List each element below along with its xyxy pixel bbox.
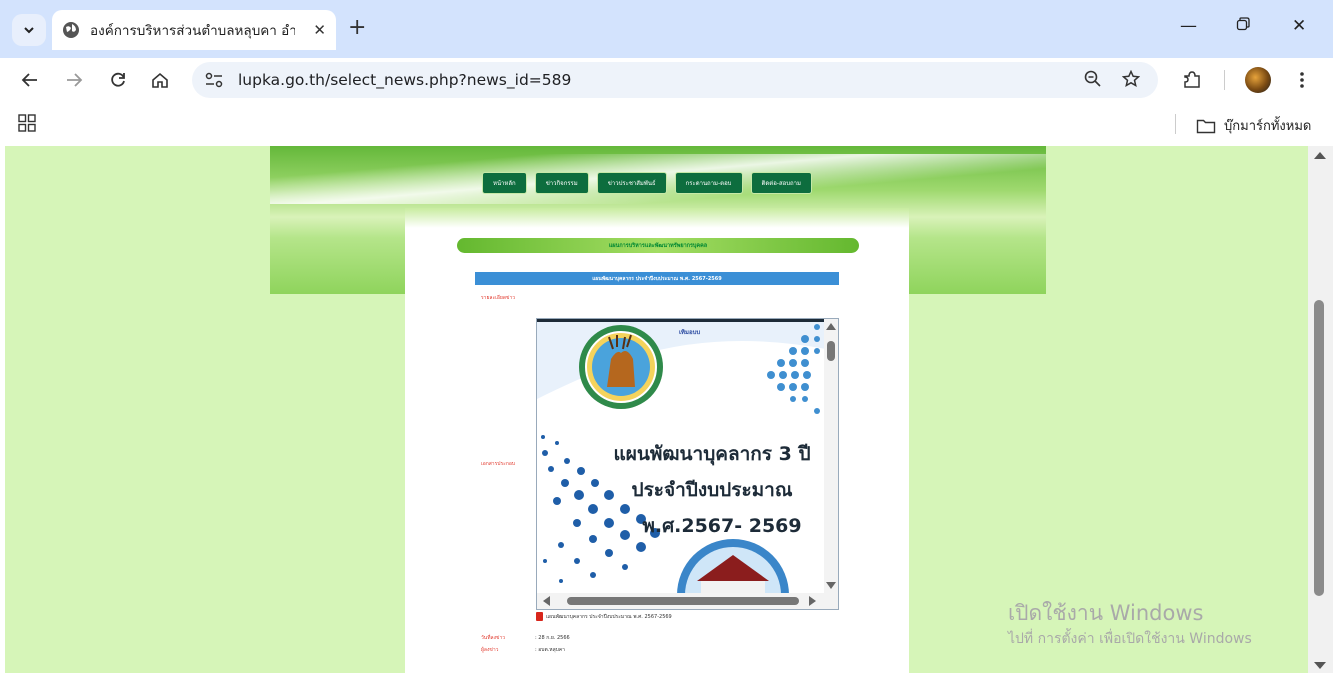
profile-avatar[interactable] — [1245, 67, 1271, 93]
page-scroll-up-icon[interactable] — [1314, 152, 1326, 159]
attachment-file-link[interactable]: แผนพัฒนาบุคลากร ประจำปีงบประมาณ พ.ศ. 256… — [536, 612, 672, 621]
site-nav-menu: หน้าหลัก ข่าวกิจกรรม ข่าวประชาสัมพันธ์ ก… — [482, 172, 812, 194]
bookmarks-bar: บุ๊กมาร์กทั้งหมด — [0, 102, 1333, 146]
nav-pr-news[interactable]: ข่าวประชาสัมพันธ์ — [596, 172, 667, 194]
extensions-button[interactable] — [1180, 68, 1204, 92]
page-scrollbar[interactable] — [1308, 146, 1333, 673]
reload-button[interactable] — [106, 68, 130, 92]
content-top-fade — [405, 208, 909, 228]
arrow-right-icon — [67, 73, 83, 87]
scroll-down-arrow-icon[interactable] — [826, 582, 836, 589]
reload-icon — [111, 72, 125, 87]
pdf-title-block: แผนพัฒนาบุคลากร 3 ปี ประจำปีงบประมาณ พ.ศ… — [597, 439, 827, 541]
pdf-horizontal-scroll-thumb[interactable] — [567, 597, 799, 605]
home-button[interactable] — [148, 68, 172, 92]
folder-icon — [1196, 119, 1216, 133]
url-text: lupka.go.th/select_news.php?news_id=589 — [238, 71, 572, 89]
pdf-horizontal-scrollbar[interactable] — [537, 593, 838, 609]
more-vert-icon — [1300, 72, 1304, 88]
content-panel: แผนการบริหารและพัฒนาทรัพยากรบุคคล แผนพัฒ… — [405, 208, 909, 673]
title-bar: องค์การบริหารส่วนตำบลหลุบคา อำเภ ✕ + — ✕ — [0, 0, 1333, 58]
globe-icon — [63, 22, 79, 38]
pdf-title-line3: พ.ศ.2567- 2569 — [642, 515, 802, 537]
attachment-file-name: แผนพัฒนาบุคลากร ประจำปีงบประมาณ พ.ศ. 256… — [546, 613, 672, 620]
all-bookmarks-button[interactable]: บุ๊กมาร์กทั้งหมด — [1196, 115, 1311, 136]
toolbar: lupka.go.th/select_news.php?news_id=589 — [0, 58, 1333, 102]
pdf-viewer[interactable]: เทิมอบบ แผนพัฒนาบุคลากร 3 ปี ประจำปีงบปร… — [536, 318, 839, 610]
scroll-right-arrow-icon[interactable] — [809, 596, 816, 606]
pdf-vertical-scrollbar[interactable] — [824, 319, 838, 595]
nav-home[interactable]: หน้าหลัก — [482, 172, 527, 194]
toolbar-divider — [1224, 70, 1225, 90]
nav-contact[interactable]: ติดต่อ-สอบถาม — [750, 172, 812, 194]
page-viewport: หน้าหลัก ข่าวกิจกรรม ข่าวประชาสัมพันธ์ ก… — [5, 146, 1308, 673]
close-window-button[interactable]: ✕ — [1292, 16, 1306, 36]
bookmark-star-icon[interactable] — [1121, 69, 1141, 93]
arrow-left-icon — [21, 73, 37, 87]
news-title: แผนพัฒนาบุคลากร ประจำปีงบประมาณ พ.ศ. 256… — [592, 275, 722, 282]
attachment-label: เอกสารประกอบ — [481, 461, 516, 467]
zoom-out-icon — [1084, 70, 1101, 87]
restore-icon — [1236, 17, 1250, 31]
tab-search-button[interactable] — [12, 14, 46, 46]
star-icon — [1121, 69, 1141, 88]
nav-activity-news[interactable]: ข่าวกิจกรรม — [534, 172, 589, 194]
detail-label: รายละเอียดข่าว — [481, 295, 516, 301]
section-title-bar: แผนการบริหารและพัฒนาทรัพยากรบุคคล — [457, 238, 859, 253]
page-scroll-thumb[interactable] — [1314, 300, 1324, 596]
menu-button[interactable] — [1290, 68, 1314, 92]
browser-tab[interactable]: องค์การบริหารส่วนตำบลหลุบคา อำเภ ✕ — [52, 10, 336, 50]
news-title-bar: แผนพัฒนาบุคลากร ประจำปีงบประมาณ พ.ศ. 256… — [475, 272, 839, 285]
scroll-left-arrow-icon[interactable] — [543, 596, 550, 606]
page-scroll-down-icon[interactable] — [1314, 662, 1326, 669]
windows-activation-title: เปิดใช้งาน Windows — [1008, 601, 1204, 625]
pdf-file-icon — [536, 612, 543, 621]
section-title: แผนการบริหารและพัฒนาทรัพยากรบุคคล — [608, 242, 708, 249]
chevron-down-icon — [24, 27, 34, 34]
apps-grid-icon[interactable] — [18, 114, 36, 132]
bookmarks-divider — [1175, 114, 1176, 134]
site-settings-icon[interactable] — [204, 71, 224, 89]
tab-close-icon[interactable]: ✕ — [313, 21, 326, 39]
windows-activation-subtitle: ไปที่ การตั้งค่า เพื่อเปิดใช้งาน Windows — [1008, 631, 1252, 647]
address-bar[interactable]: lupka.go.th/select_news.php?news_id=589 — [192, 62, 1158, 98]
zoom-icon[interactable] — [1084, 70, 1102, 93]
pdf-welcome-text: เทิมอบบ — [679, 329, 701, 336]
home-icon — [152, 72, 168, 88]
new-tab-button[interactable]: + — [348, 17, 366, 39]
pdf-vertical-scroll-thumb[interactable] — [827, 341, 835, 361]
back-button[interactable] — [18, 68, 42, 92]
all-bookmarks-label: บุ๊กมาร์กทั้งหมด — [1224, 119, 1312, 134]
tab-title: องค์การบริหารส่วนตำบลหลุบคา อำเภ — [90, 23, 295, 39]
nav-qa-board[interactable]: กระดานถาม-ตอบ — [674, 172, 743, 194]
date-value: : 28 ก.ย. 2566 — [535, 635, 570, 641]
puzzle-icon — [1184, 71, 1200, 88]
forward-button[interactable] — [62, 68, 86, 92]
scroll-up-arrow-icon[interactable] — [826, 323, 836, 330]
date-label: วันที่ลงข่าว — [481, 635, 506, 641]
restore-button[interactable] — [1236, 16, 1250, 36]
author-label: ผู้ลงข่าว — [481, 647, 499, 653]
minimize-button[interactable]: — — [1180, 16, 1197, 36]
pdf-title-line2: ประจำปีงบประมาณ — [631, 479, 793, 501]
author-value: : อบต.หลุบคา — [535, 647, 565, 653]
pdf-title-line1: แผนพัฒนาบุคลากร 3 ปี — [613, 443, 811, 465]
